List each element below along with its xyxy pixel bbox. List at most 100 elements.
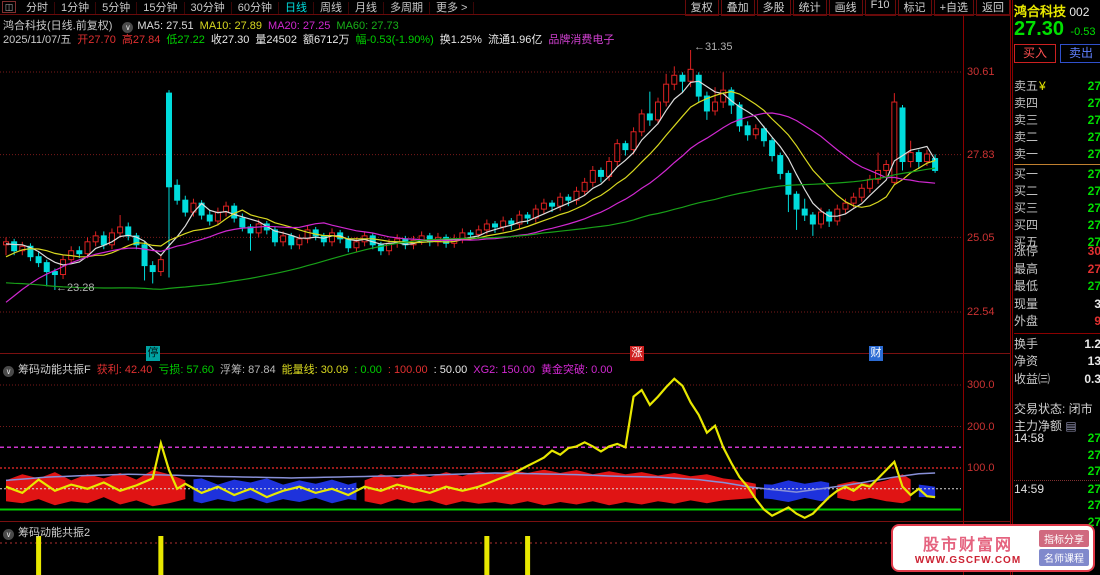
menu-item-日线[interactable]: 日线 <box>279 2 314 14</box>
indicator1-title: 筹码动能共振F <box>18 364 91 376</box>
book-label: 卖一 <box>1014 147 1039 161</box>
watermark: 股市财富网 WWW.GSCFW.COM 指标分享 名师课程 <box>891 524 1095 572</box>
quote-field: 高27.84 <box>121 34 161 46</box>
badge-indicator-share: 指标分享 <box>1039 530 1089 547</box>
tick-time: 14:58 <box>1014 431 1045 445</box>
last-price: 27.30 <box>1014 18 1065 40</box>
book-row-卖三[interactable]: 卖三 27 <box>1014 112 1100 129</box>
menu-item-30分钟[interactable]: 30分钟 <box>184 2 232 14</box>
quote-line-row: 2025/11/07/五 开27.70 高27.84 低27.22 收27.30 量245… <box>3 31 620 47</box>
tick-row: 27 <box>1014 463 1100 480</box>
price-axis-label: 22.54 <box>967 306 995 318</box>
info-label: 涨停 <box>1014 244 1039 258</box>
tick-price: 27 <box>1087 481 1100 496</box>
menu-button-F10[interactable]: F10 <box>864 0 896 16</box>
tick-time: 14:59 <box>1014 481 1045 496</box>
book-price: 27 <box>1087 167 1100 181</box>
buy-button[interactable]: 买入 <box>1014 44 1056 63</box>
book-price: 27 <box>1087 113 1100 127</box>
main-candle-chart[interactable] <box>0 45 1010 353</box>
book-label: 买一 <box>1014 167 1039 181</box>
menu-button-标记[interactable]: 标记 <box>897 0 932 16</box>
quote-panel-border <box>1010 0 1011 575</box>
sell-button[interactable]: 卖出 <box>1060 44 1100 63</box>
stock-name: 鸿合科技 <box>1014 4 1067 19</box>
menu-item-周线[interactable]: 周线 <box>314 2 349 14</box>
info-value: 1.2 <box>1084 336 1100 351</box>
quote-panel: 鸿合科技 002 27.30 -0.53 买入 卖出 卖五 ¥27 卖四 27 卖三 27… <box>1012 0 1100 575</box>
menu-button-统计[interactable]: 统计 <box>792 0 827 16</box>
book-price: 27 <box>1087 201 1100 215</box>
info-row-最高: 最高 27 <box>1014 261 1100 279</box>
book-row-卖二[interactable]: 卖二 27 <box>1014 129 1100 146</box>
info-label: 换手 <box>1014 336 1039 351</box>
menu-item-5分钟[interactable]: 5分钟 <box>96 2 138 14</box>
indicator1-chart[interactable] <box>0 360 1010 522</box>
quote-field: 幅-0.53(-1.90%) <box>355 34 434 46</box>
menu-item-月线[interactable]: 月线 <box>349 2 384 14</box>
collapse-chevron-icon[interactable]: ∨ <box>3 529 14 540</box>
menu-item-15分钟[interactable]: 15分钟 <box>137 2 185 14</box>
indicator2-chart[interactable] <box>0 522 1010 575</box>
tick-row: 27 <box>1014 497 1100 514</box>
indicator-field: : 100.00 <box>387 364 428 376</box>
menu-item-多周期[interactable]: 多周期 <box>384 2 430 14</box>
tick-price: 27 <box>1087 498 1100 512</box>
indicator-field: 亏损: 57.60 <box>158 364 215 376</box>
indicator-field: : 0.00 <box>354 364 382 376</box>
indicator-field: 获利: 42.40 <box>96 364 153 376</box>
menu-item-1分钟[interactable]: 1分钟 <box>55 2 97 14</box>
info-value: 13 <box>1087 354 1100 368</box>
price-axis-label: 27.83 <box>967 149 995 161</box>
indicator-axis-label: 100.0 <box>967 462 995 474</box>
menu-item-60分钟[interactable]: 60分钟 <box>231 2 279 14</box>
info-value: 3 <box>1094 296 1100 314</box>
window-layout-icon[interactable]: ◫ <box>2 1 16 13</box>
quote-info: 涨停 30 最高 27 最低 27 现量 3 外盘 9 换手 1.2 净资 13 收益㈢ 0.3 <box>1014 243 1100 388</box>
menu-item-更多 >[interactable]: 更多 > <box>430 2 475 14</box>
tick-row: 14:59 27 <box>1014 481 1100 498</box>
watermark-url: WWW.GSCFW.COM <box>914 554 1022 566</box>
app-window: ◫ 分时 1分钟 5分钟 15分钟 30分钟 60分钟 日线 周线 月线 多周期 更多 > 复权 叠加… <box>0 0 1100 575</box>
tool-menu: 复权 叠加 多股 统计 画线 F10 标记 +自选 返回 <box>683 0 1010 16</box>
stock-code: 002 <box>1069 5 1090 19</box>
book-row-买一[interactable]: 买一 27 <box>1014 166 1100 183</box>
book-price: 27 <box>1087 79 1100 93</box>
price-axis-label: 30.61 <box>967 66 995 78</box>
tick-row: 14:58 27 <box>1014 430 1100 447</box>
book-row-卖四[interactable]: 卖四 27 <box>1014 95 1100 112</box>
book-row-卖一[interactable]: 卖一 27 <box>1014 146 1100 163</box>
menu-button-画线[interactable]: 画线 <box>828 0 863 16</box>
trade-status: 交易状态: 闭市 <box>1014 402 1093 416</box>
menu-button-返回[interactable]: 返回 <box>976 0 1010 16</box>
indicator-field: 浮筹: 87.84 <box>220 364 276 376</box>
indicator2-title: 筹码动能共振2 <box>18 527 91 539</box>
indicator2-header: ∨ 筹码动能共振2 <box>3 524 90 540</box>
quote-field: 额6712万 <box>303 34 350 46</box>
book-label: 卖三 <box>1014 113 1039 127</box>
quote-field: 量24502 <box>255 34 298 46</box>
info-label: 净资 <box>1014 354 1039 368</box>
book-divider <box>1014 164 1100 165</box>
menu-item-分时[interactable]: 分时 <box>20 2 55 14</box>
menu-button-复权[interactable]: 复权 <box>684 0 719 16</box>
indicator1-values: 获利: 42.40 亏损: 57.60 浮筹: 87.84 能量线: 30.09: 0… <box>97 364 619 376</box>
menu-button-+自选[interactable]: +自选 <box>933 0 974 16</box>
collapse-chevron-icon[interactable]: ∨ <box>3 366 14 377</box>
info-value: 9 <box>1094 313 1100 331</box>
event-badge-涨: 涨 <box>630 346 644 361</box>
info-row-涨停: 涨停 30 <box>1014 243 1100 261</box>
period-menu: 分时 1分钟 5分钟 15分钟 30分钟 60分钟 日线 周线 月线 多周期 更多 > <box>20 0 475 15</box>
price-annotation: ←31.35 <box>694 41 733 53</box>
book-row-卖五[interactable]: 卖五 ¥27 <box>1014 78 1100 95</box>
book-row-买四[interactable]: 买四 27 <box>1014 217 1100 234</box>
book-row-买三[interactable]: 买三 27 <box>1014 200 1100 217</box>
watermark-text: 股市财富网 WWW.GSCFW.COM <box>897 531 1039 566</box>
event-badge-停: 停 <box>146 346 160 361</box>
book-row-买二[interactable]: 买二 27 <box>1014 183 1100 200</box>
menu-button-多股[interactable]: 多股 <box>756 0 791 16</box>
menu-button-叠加[interactable]: 叠加 <box>720 0 755 16</box>
indicator-axis-label: 200.0 <box>967 421 995 433</box>
info-row-收益㈢: 收益㈢ 0.3 <box>1014 371 1100 389</box>
badge-teacher-course: 名师课程 <box>1039 549 1089 566</box>
